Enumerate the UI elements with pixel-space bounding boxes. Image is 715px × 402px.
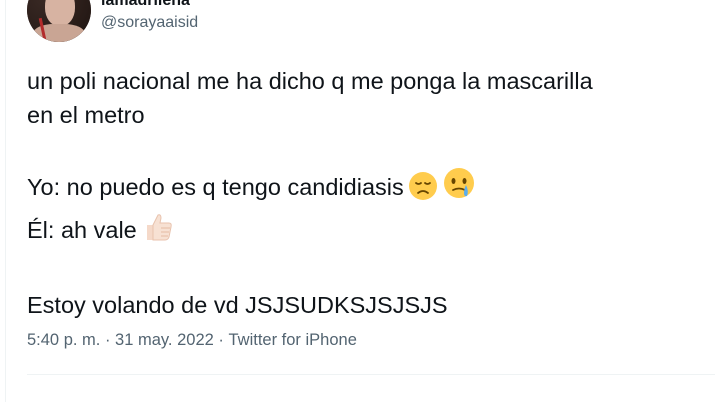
disappointed-face-icon <box>408 171 438 210</box>
tweet-meta: 5:40 p. m. · 31 may. 2022 · Twitter for … <box>27 331 357 350</box>
thumbs-up-icon <box>141 210 175 253</box>
tweet-line: Estoy volando de vd JSJSUDKSJSJSJS <box>27 292 448 318</box>
tweet-line-text: Él: ah vale <box>27 217 137 243</box>
tweet-line-text: Yo: no puedo es q tengo candidiasis <box>27 174 404 200</box>
card-border <box>5 0 6 402</box>
tweet-text: un poli nacional me ha dicho q me ponga … <box>27 64 715 322</box>
face-holding-back-tears-icon <box>442 167 476 210</box>
tweet-line: Él: ah vale <box>27 210 715 253</box>
tweet-line: un poli nacional me ha dicho q me ponga … <box>27 68 593 94</box>
tweet-date[interactable]: 31 may. 2022 <box>115 331 214 350</box>
tweet-card: lamadriiena @sorayaaisid un poli naciona… <box>0 0 715 402</box>
meta-separator: · <box>213 331 229 349</box>
avatar[interactable] <box>27 0 91 42</box>
author-handle[interactable]: @sorayaaisid <box>101 14 198 32</box>
tweet-source[interactable]: Twitter for iPhone <box>228 331 356 350</box>
tweet-line: en el metro <box>27 102 145 128</box>
author-display-name[interactable]: lamadriiena <box>101 0 190 10</box>
meta-separator: · <box>100 331 116 349</box>
tweet-line: Yo: no puedo es q tengo candidiasis <box>27 167 715 210</box>
tweet-time[interactable]: 5:40 p. m. <box>27 331 100 350</box>
divider <box>27 374 715 375</box>
